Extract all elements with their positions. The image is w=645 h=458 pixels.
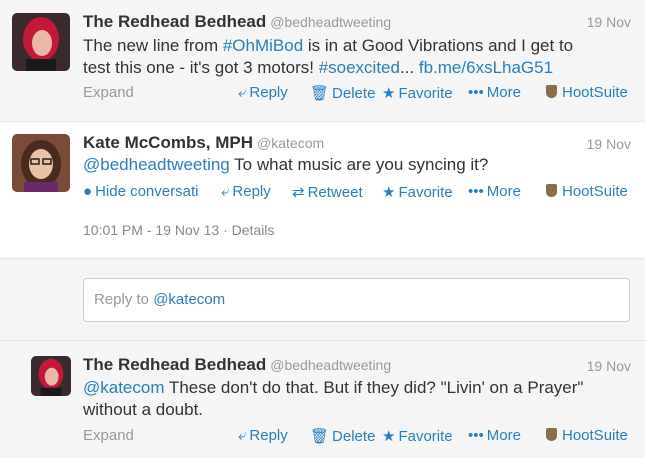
hootsuite-owl-icon: [546, 85, 557, 98]
star-icon: ★: [382, 184, 396, 201]
author-display-name[interactable]: The Redhead Bedhead: [83, 355, 266, 374]
tweet-actions: Expand ⤶ Reply 🗑 Delete ★ Favorite ••• More …: [0, 84, 645, 104]
mention-link[interactable]: @katecom: [83, 378, 165, 397]
author-handle[interactable]: @bedheadtweeting: [270, 14, 391, 30]
author-handle[interactable]: @bedheadtweeting: [270, 357, 391, 373]
hashtag-link[interactable]: #OhMiBod: [223, 36, 303, 55]
hootsuite-owl-icon: [546, 428, 557, 441]
url-link[interactable]: fb.me/6xsLhaG51: [419, 58, 553, 77]
tweet-item[interactable]: Kate McCombs, MPH @katecom 19 Nov @bedhea…: [0, 122, 645, 258]
hootsuite-button[interactable]: HootSuite: [546, 84, 628, 101]
trash-icon: 🗑: [310, 428, 330, 445]
favorite-button[interactable]: ★ Favorite: [382, 183, 453, 201]
reply-button[interactable]: ⤶ Reply: [238, 427, 288, 444]
reply-box-area: Reply to @katecom: [0, 258, 645, 341]
star-icon: ★: [382, 428, 396, 445]
reply-input[interactable]: Reply to @katecom: [83, 278, 630, 322]
author-name[interactable]: Kate McCombs, MPH @katecom: [83, 133, 324, 153]
hootsuite-owl-icon: [546, 184, 557, 197]
author-display-name[interactable]: Kate McCombs, MPH: [83, 133, 253, 152]
tweet-item[interactable]: The Redhead Bedhead @bedheadtweeting 19 N…: [0, 0, 645, 122]
reply-arrow-icon: ⤶: [238, 84, 247, 101]
favorite-button[interactable]: ★ Favorite: [382, 427, 453, 445]
delete-button[interactable]: 🗑 Delete: [310, 427, 375, 445]
dots-icon: •••: [468, 183, 484, 200]
expand-button[interactable]: Expand: [83, 427, 134, 444]
hashtag-link[interactable]: #soexcited: [319, 58, 400, 77]
delete-button[interactable]: 🗑 Delete: [310, 84, 375, 102]
tweet-text: The new line from #OhMiBod is in at Good…: [83, 36, 574, 77]
avatar[interactable]: [12, 13, 70, 71]
more-button[interactable]: ••• More: [468, 84, 521, 101]
author-display-name[interactable]: The Redhead Bedhead: [83, 12, 266, 31]
hootsuite-button[interactable]: HootSuite: [546, 427, 628, 444]
tweet-text: @bedheadtweeting To what music are you s…: [83, 155, 489, 174]
trash-icon: 🗑: [310, 85, 330, 102]
reply-button[interactable]: ⤶ Reply: [238, 84, 288, 101]
reply-arrow-icon: ⤶: [221, 183, 230, 200]
tweet-actions: Expand ⤶ Reply 🗑 Delete ★ Favorite ••• More …: [0, 427, 645, 447]
tweet-text: @katecom These don't do that. But if the…: [83, 378, 584, 419]
star-icon: ★: [382, 85, 396, 102]
hootsuite-button[interactable]: HootSuite: [546, 183, 628, 200]
author-handle[interactable]: @katecom: [257, 135, 324, 151]
hide-conversation-button[interactable]: ● Hide conversati: [83, 183, 198, 200]
retweet-icon: ⇄: [292, 184, 305, 201]
tweet-actions: ● Hide conversati ⤶ Reply ⇄ Retweet ★ Favori…: [0, 183, 645, 203]
tweet-date[interactable]: 19 Nov: [587, 14, 631, 30]
mention-link[interactable]: @bedheadtweeting: [83, 155, 230, 174]
reply-placeholder: Reply to: [94, 291, 154, 308]
reply-button[interactable]: ⤶ Reply: [221, 183, 271, 200]
author-name[interactable]: The Redhead Bedhead @bedheadtweeting: [83, 355, 391, 375]
tweet-date[interactable]: 19 Nov: [587, 358, 631, 374]
author-name[interactable]: The Redhead Bedhead @bedheadtweeting: [83, 12, 391, 32]
favorite-button[interactable]: ★ Favorite: [382, 84, 453, 102]
speech-bubble-icon: ●: [83, 183, 93, 200]
tweet-item[interactable]: The Redhead Bedhead @bedheadtweeting 19 N…: [0, 341, 645, 458]
more-button[interactable]: ••• More: [468, 427, 521, 444]
expand-button[interactable]: Expand: [83, 84, 134, 101]
reply-mention: @katecom: [153, 291, 226, 308]
tweet-date[interactable]: 19 Nov: [587, 136, 631, 152]
more-button[interactable]: ••• More: [468, 183, 521, 200]
tweet-details[interactable]: 10:01 PM - 19 Nov 13 · Details: [83, 222, 274, 238]
avatar[interactable]: [31, 356, 71, 396]
retweet-button[interactable]: ⇄ Retweet: [292, 183, 363, 201]
dots-icon: •••: [468, 84, 484, 101]
reply-arrow-icon: ⤶: [238, 427, 247, 444]
dots-icon: •••: [468, 427, 484, 444]
